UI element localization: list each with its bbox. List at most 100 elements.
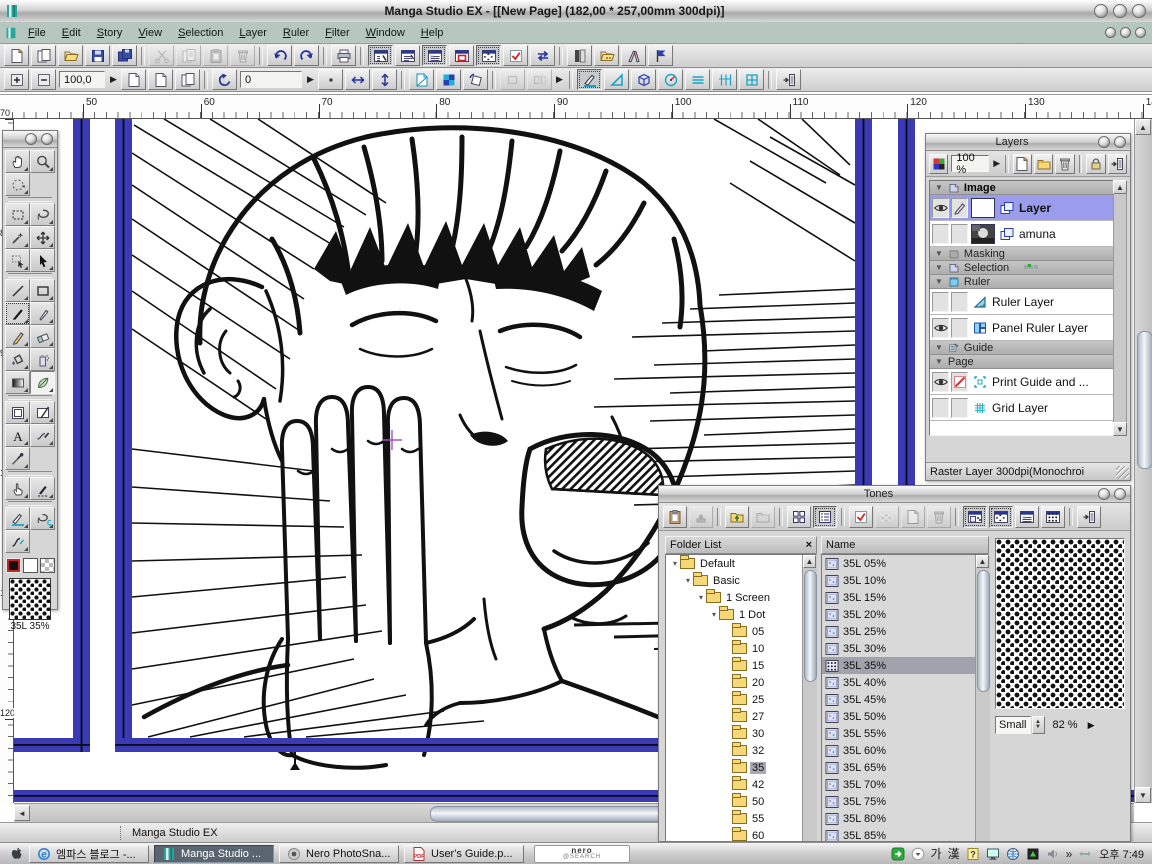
layer-draw-toggle[interactable] (951, 372, 968, 392)
new-layer-folder-button[interactable] (1034, 154, 1053, 174)
tone-item-35l-85-[interactable]: 35L 85% (822, 827, 988, 842)
flip-vertical-button[interactable] (372, 69, 397, 90)
tone-folder-05[interactable]: 05 (666, 623, 816, 640)
vertical-scrollbar[interactable]: ▲ ▼ (1134, 119, 1152, 803)
copy-button[interactable] (176, 45, 201, 66)
tone-item-35l-15-[interactable]: 35L 15% (822, 589, 988, 606)
preview-d-button[interactable] (1041, 506, 1065, 528)
print-button[interactable] (331, 45, 356, 66)
new-story-button[interactable] (31, 45, 56, 66)
menu-view[interactable]: View (130, 24, 170, 42)
folder-list-close-button[interactable]: × (806, 539, 812, 551)
preview-b-button[interactable] (989, 506, 1013, 528)
child-restore-button[interactable] (1120, 27, 1131, 38)
eyedropper-tool[interactable] (5, 447, 30, 470)
materials-button[interactable] (567, 45, 592, 66)
layer-opacity-field[interactable]: 100 % (951, 155, 989, 172)
opacity-menu-button[interactable]: ▶ (991, 154, 1002, 173)
rotate-page-button[interactable] (463, 69, 488, 90)
start-button[interactable] (8, 846, 24, 862)
tone-folder-50[interactable]: 50 (666, 793, 816, 810)
layer-draw-toggle[interactable] (951, 398, 968, 418)
snap-guide-button[interactable] (712, 69, 737, 90)
pen-tool[interactable] (5, 302, 30, 325)
rotate-view-button[interactable] (212, 69, 237, 90)
menu-file[interactable]: File (20, 24, 54, 42)
panel-cutter-tool[interactable] (30, 401, 55, 424)
layer-row-print-guide-and-[interactable]: Print Guide and ... (930, 369, 1113, 395)
tone-folder-20[interactable]: 20 (666, 674, 816, 691)
prev-page-button[interactable] (121, 69, 146, 90)
layers-menu-button[interactable] (1108, 154, 1127, 174)
register-tone-button[interactable] (689, 506, 713, 528)
tone-folder-default[interactable]: ▾Default (666, 555, 816, 572)
hand-tool[interactable] (5, 150, 30, 173)
layer-section-image[interactable]: ▼Image (930, 181, 1113, 195)
line-tool[interactable] (5, 279, 30, 302)
layer-visibility-toggle[interactable] (932, 224, 949, 244)
tray-speaker-icon[interactable] (1045, 846, 1061, 862)
layer-visibility-toggle[interactable] (932, 398, 949, 418)
tone-folder-32[interactable]: 32 (666, 742, 816, 759)
delete-tone-button[interactable] (927, 506, 951, 528)
lasso-tool[interactable] (30, 203, 55, 226)
tray-globe-icon[interactable] (1005, 846, 1021, 862)
layer-section-guide[interactable]: ▼Guide (930, 341, 1113, 355)
tones-close-button[interactable] (1114, 488, 1126, 500)
dot-pen-tool[interactable] (30, 477, 55, 500)
zoom-out-button[interactable] (31, 69, 56, 90)
background-color-swatch[interactable] (23, 558, 38, 573)
marquee-tool[interactable] (5, 203, 30, 226)
layer-visibility-toggle[interactable] (932, 318, 949, 338)
tone-folder-1-screen[interactable]: ▾1 Screen (666, 589, 816, 606)
menu-window[interactable]: Window (358, 24, 413, 42)
apply-tone-button[interactable] (875, 506, 899, 528)
snap-ruler-button[interactable] (577, 69, 602, 90)
redo-button[interactable] (294, 45, 319, 66)
layer-row-layer[interactable]: Layer (930, 195, 1113, 221)
tray-monitor-icon[interactable] (985, 846, 1001, 862)
finger-tool[interactable] (5, 477, 30, 500)
child-close-button[interactable] (1135, 27, 1146, 38)
selection-a-button[interactable] (500, 69, 525, 90)
tone-folder-10[interactable]: 10 (666, 640, 816, 657)
layer-section-ruler[interactable]: ▼Ruler (930, 275, 1113, 289)
window-close-button[interactable] (1132, 4, 1146, 18)
statusbar-handle[interactable] (120, 826, 124, 840)
tone-item-35l-45-[interactable]: 35L 45% (822, 691, 988, 708)
layer-row-ruler-layer[interactable]: Ruler Layer (930, 289, 1113, 315)
delete-layer-button[interactable] (1055, 154, 1074, 174)
tray-circDown-icon[interactable] (910, 846, 926, 862)
paste-button[interactable] (203, 45, 228, 66)
tray-helpB-icon[interactable]: ? (965, 846, 981, 862)
tone-item-35l-30-[interactable]: 35L 30% (822, 640, 988, 657)
tools-close-button[interactable] (41, 133, 53, 145)
snap-parallel-button[interactable] (685, 69, 710, 90)
menu-selection[interactable]: Selection (170, 24, 231, 42)
next-page-button[interactable] (148, 69, 173, 90)
new-tone-folder-button[interactable] (751, 506, 775, 528)
flip-horizontal-button[interactable] (345, 69, 370, 90)
tone-folder-30[interactable]: 30 (666, 725, 816, 742)
vertical-scroll-thumb[interactable] (1137, 331, 1152, 469)
new-page-button[interactable] (4, 45, 29, 66)
transparency-button[interactable] (409, 69, 434, 90)
menu-story[interactable]: Story (89, 24, 131, 42)
object-select-tool[interactable] (5, 249, 30, 272)
tray-overflow-button[interactable]: » (1066, 847, 1073, 861)
tone-folder-25[interactable]: 25 (666, 691, 816, 708)
layer-visibility-toggle[interactable] (932, 292, 949, 312)
layer-draw-toggle[interactable] (951, 224, 968, 244)
layer-section-selection[interactable]: ▼Selection (930, 261, 1113, 275)
tone-item-35l-80-[interactable]: 35L 80% (822, 810, 988, 827)
tray-appG-icon[interactable] (1025, 846, 1041, 862)
tone-folder-15[interactable]: 15 (666, 657, 816, 674)
taskbar-item-pdf[interactable]: PDFUser's Guide.p... (404, 845, 524, 863)
snap-curve-tool[interactable] (5, 530, 30, 553)
window-maximize-button[interactable] (1113, 4, 1127, 18)
tone-size-spinner[interactable]: ▲▼ (1032, 716, 1045, 734)
snap-triangle-button[interactable] (604, 69, 629, 90)
snap-grid-button[interactable] (739, 69, 764, 90)
taskbar-item-ie[interactable]: e엠파스 블로그 -... (29, 845, 149, 863)
custom-settings-button[interactable] (503, 45, 528, 66)
